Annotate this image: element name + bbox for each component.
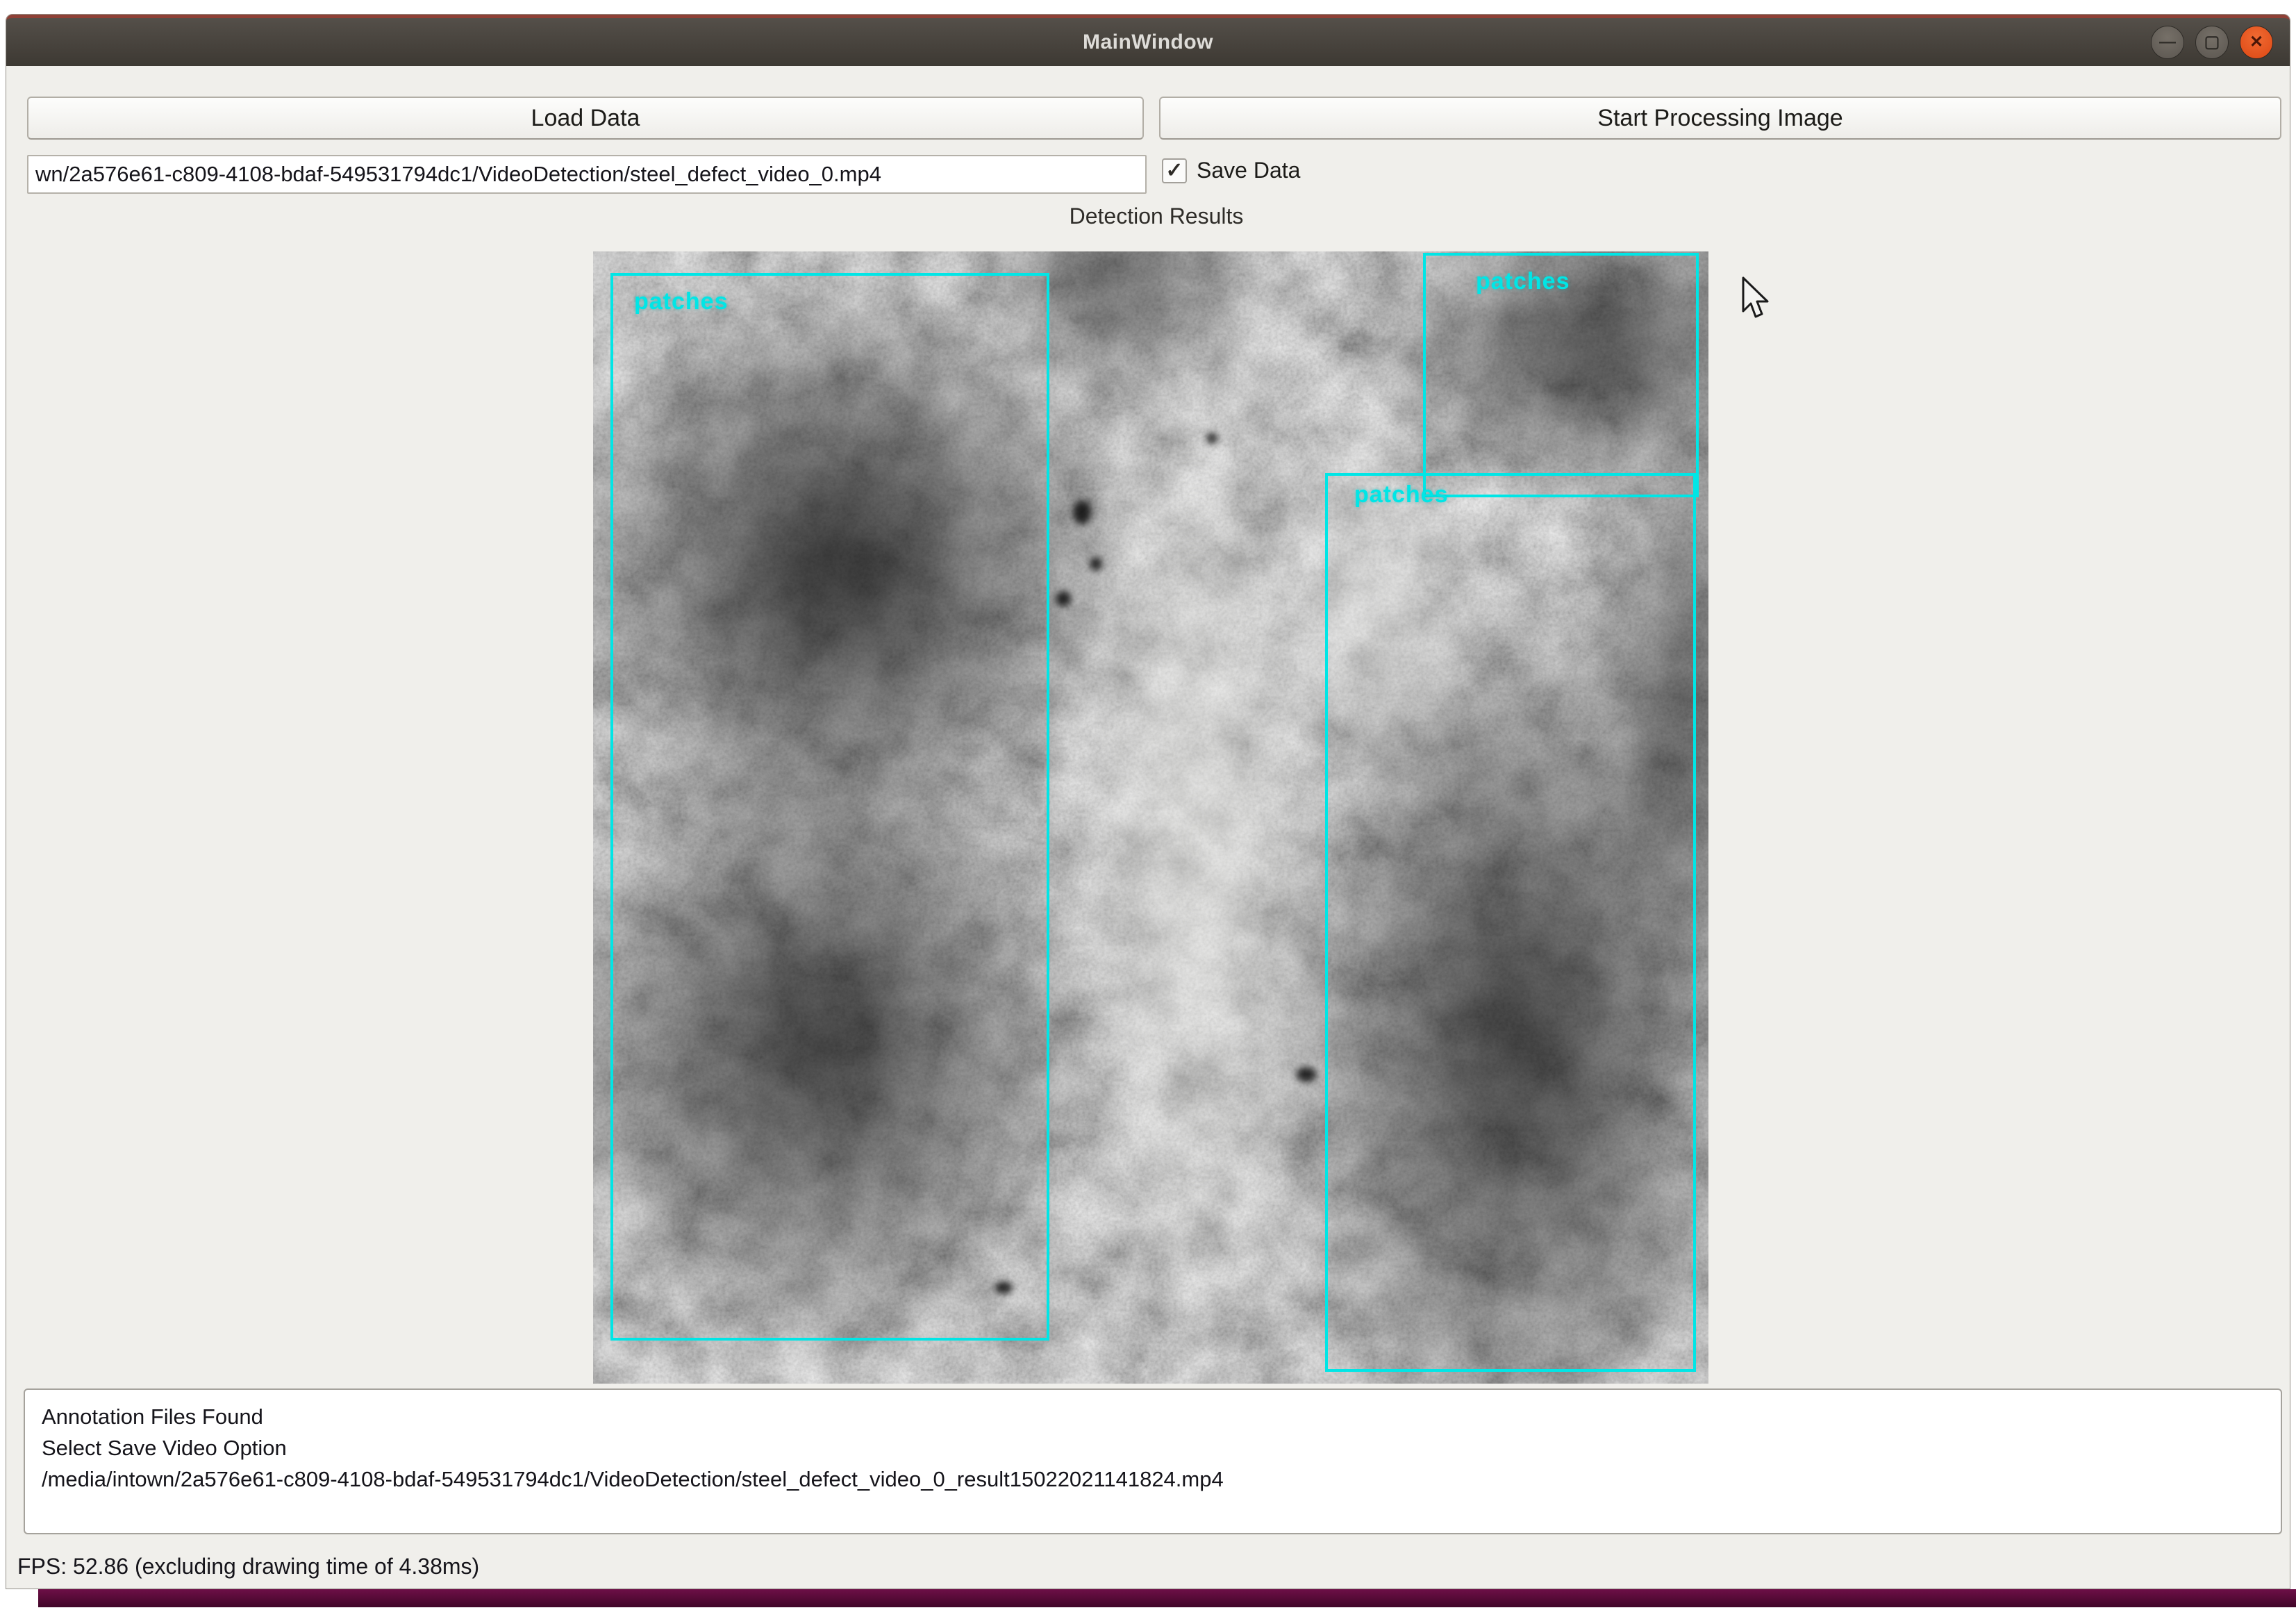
log-textarea[interactable]: Annotation Files Found Select Save Video… [24,1388,2282,1534]
detection-box: patches [1325,473,1696,1372]
main-window: MainWindow — ▢ ✕ Load Data Start Process… [6,14,2290,1589]
close-button[interactable]: ✕ [2240,26,2273,59]
titlebar[interactable]: MainWindow — ▢ ✕ [6,15,2290,66]
close-icon: ✕ [2249,34,2263,51]
detection-label: patches [1354,481,1449,508]
detection-label: patches [634,288,729,315]
file-path-input[interactable] [27,155,1147,194]
defect-speck [1206,433,1217,444]
defect-speck [1090,557,1102,571]
checkmark-icon: ✓ [1165,158,1183,183]
log-line: /media/intown/2a576e61-c809-4108-bdaf-54… [42,1463,2264,1495]
minimize-icon: — [2159,34,2176,51]
detection-label: patches [1476,268,1570,295]
log-line: Select Save Video Option [42,1432,2264,1463]
desktop-strip [38,1589,2296,1607]
detection-box: patches [610,273,1049,1341]
window-title: MainWindow [6,31,2290,54]
detection-results-heading: Detection Results [599,204,1714,229]
maximize-button[interactable]: ▢ [2195,26,2229,59]
minimize-button[interactable]: — [2151,26,2184,59]
defect-speck [1296,1067,1317,1082]
save-data-label: Save Data [1197,158,1300,183]
window-controls: — ▢ ✕ [2151,26,2273,59]
save-data-checkbox[interactable]: ✓ [1162,158,1187,183]
fps-status: FPS: 52.86 (excluding drawing time of 4.… [17,1554,479,1579]
detection-image: patches patches patches [593,251,1708,1384]
defect-speck [1073,501,1091,524]
log-line: Annotation Files Found [42,1401,2264,1432]
save-data-row: ✓ Save Data [1162,158,1300,183]
maximize-icon: ▢ [2204,34,2220,51]
mouse-cursor-icon [1740,276,1773,322]
start-processing-button[interactable]: Start Processing Image [1159,97,2281,140]
detection-box: patches [1423,253,1699,497]
load-data-button[interactable]: Load Data [27,97,1144,140]
